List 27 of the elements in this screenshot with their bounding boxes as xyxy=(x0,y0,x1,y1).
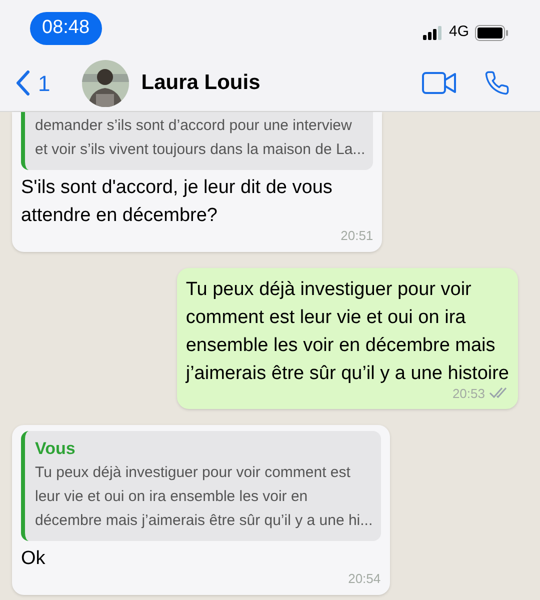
message-text: comment est leur vie et oui on ira xyxy=(186,306,467,330)
quote-text: leur vie et oui on ira ensemble les voir en xyxy=(35,487,309,507)
message-text: j’aimerais être sûr qu’il y a une histoire xyxy=(186,362,509,386)
video-call-icon[interactable] xyxy=(422,72,456,94)
quote-text: Tu peux déjà investiguer pour voir comment est xyxy=(35,463,352,483)
network-label: 4G xyxy=(448,22,469,42)
phone-icon[interactable] xyxy=(484,70,510,96)
signal-icon xyxy=(422,26,443,40)
chevron-icon xyxy=(16,70,30,96)
quoted-message[interactable]: demander s’ils sont d’accord pour une interview et voir s’ils vivent toujours dans la maison de La... xyxy=(21,112,374,170)
message-text: Tu peux déjà investiguer pour voir xyxy=(186,278,472,302)
message-text: S'ils sont d'accord, je leur dit de vous xyxy=(21,176,334,200)
quote-author: Vous xyxy=(35,438,76,460)
message-text: ensemble les voir en décembre mais xyxy=(186,334,496,358)
quote-text: et voir s’ils vivent toujours dans la maison de La... xyxy=(35,140,366,160)
back-button[interactable]: 1 xyxy=(16,66,50,100)
message-time: 20:54 xyxy=(348,570,381,588)
message-text: Ok xyxy=(21,547,46,571)
message-time: 20:51 xyxy=(340,227,374,245)
quote-text: demander s’ils sont d’accord pour une interview xyxy=(35,116,353,136)
quoted-message[interactable]: Vous Tu peux déjà investiguer pour voir comment est leur vie et oui on ira ensemble les voir en décembre mais j’aimerais être sûr qu’il y a une hi... xyxy=(21,431,381,541)
contact-name[interactable]: Laura Louis xyxy=(141,67,260,99)
battery-icon xyxy=(475,24,508,40)
message-time: 20:53 xyxy=(452,384,485,402)
message-text: attendre en décembre? xyxy=(21,204,218,228)
quote-text: décembre mais j’aimerais être sûr qu’il y a une hi... xyxy=(35,511,373,531)
status-time: 08:48 xyxy=(30,12,102,45)
